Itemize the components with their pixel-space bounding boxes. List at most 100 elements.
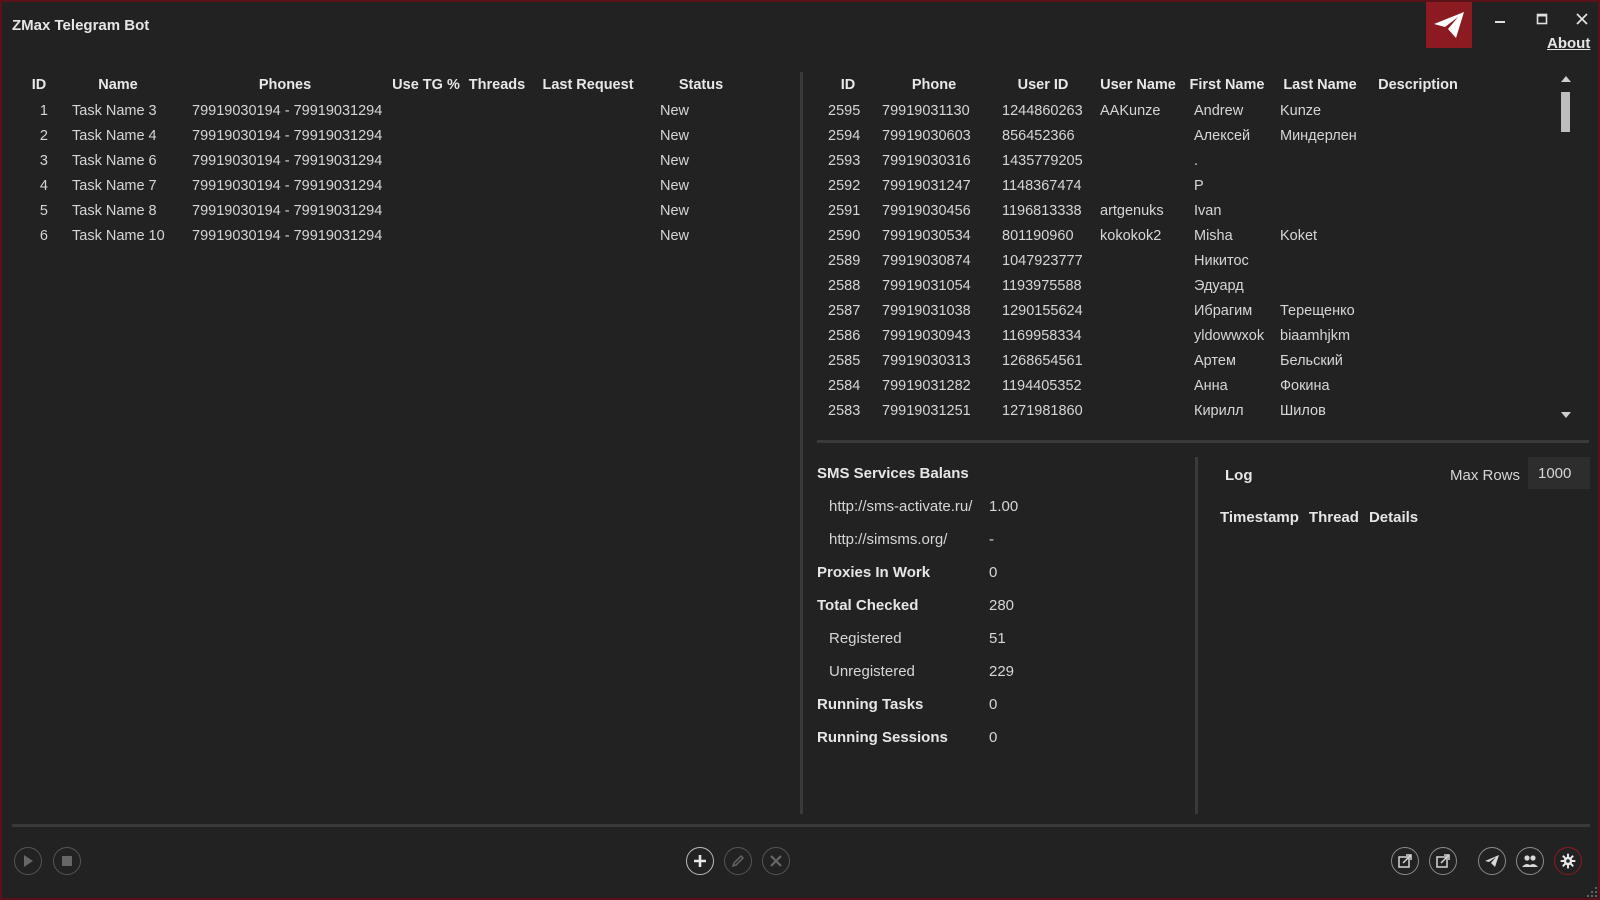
task-cell-name: Task Name 3: [72, 102, 157, 119]
x-icon: [770, 855, 782, 867]
user-cell-uid: 1193975588: [1002, 277, 1082, 294]
title-bar[interactable]: ZMax Telegram Bot About: [2, 2, 1598, 52]
user-cell-last: Миндерлен: [1280, 127, 1357, 144]
task-row[interactable]: 2 Task Name 4 79919030194 - 79919031294 New: [24, 123, 756, 148]
maximize-button[interactable]: [1530, 8, 1554, 30]
about-link[interactable]: About: [1547, 35, 1590, 52]
col-last-request[interactable]: Last Request: [530, 72, 646, 98]
start-button[interactable]: [14, 847, 42, 875]
col-first-name[interactable]: First Name: [1182, 72, 1272, 98]
user-row[interactable]: 2595 79919031130 1244860263 AAKunze Andrew Ku…: [820, 98, 1468, 123]
user-cell-last: [1272, 273, 1368, 298]
horizontal-splitter[interactable]: [817, 440, 1589, 443]
user-cell-desc: [1368, 373, 1468, 398]
users-scrollbar[interactable]: [1557, 72, 1575, 424]
user-row[interactable]: 2587 79919031038 1290155624 Ибрагим Терещенк…: [820, 298, 1468, 323]
scroll-up-arrow-icon[interactable]: [1561, 76, 1571, 82]
export-button[interactable]: [1429, 847, 1457, 875]
col-user-id[interactable]: ID: [820, 72, 876, 98]
col-id[interactable]: ID: [24, 72, 54, 98]
col-description[interactable]: Description: [1368, 72, 1468, 98]
add-task-button[interactable]: [686, 847, 714, 875]
resize-grip-icon[interactable]: [1584, 884, 1598, 898]
user-cell-desc: [1368, 198, 1468, 223]
telegram-icon: [1485, 855, 1499, 867]
col-status[interactable]: Status: [646, 72, 756, 98]
stats-log-splitter[interactable]: [1195, 457, 1198, 814]
user-row[interactable]: 2589 79919030874 1047923777 Никитос: [820, 248, 1468, 273]
task-cell-threads: [464, 173, 530, 198]
close-button[interactable]: [1570, 8, 1594, 30]
user-cell-id: 2585: [828, 352, 861, 369]
tasks-table[interactable]: ID Name Phones Use TG % Threads Last Req…: [24, 72, 756, 248]
stop-button[interactable]: [53, 847, 81, 875]
task-cell-id: 1: [39, 102, 48, 119]
log-header-row: Timestamp Thread Details: [1220, 509, 1418, 526]
settings-button[interactable]: [1554, 847, 1582, 875]
task-cell-threads: [464, 198, 530, 223]
col-last-name[interactable]: Last Name: [1272, 72, 1368, 98]
vertical-splitter[interactable]: [800, 72, 803, 814]
task-row[interactable]: 5 Task Name 8 79919030194 - 79919031294 New: [24, 198, 756, 223]
col-phone[interactable]: Phone: [876, 72, 992, 98]
task-cell-id: 5: [39, 202, 48, 219]
log-panel: Log Max Rows Timestamp Thread Details: [1210, 457, 1590, 817]
scroll-down-arrow-icon[interactable]: [1561, 412, 1571, 418]
delete-task-button[interactable]: [762, 847, 790, 875]
user-cell-last: Шилов: [1280, 402, 1326, 419]
col-user-name[interactable]: User Name: [1094, 72, 1182, 98]
task-cell-status: New: [660, 152, 690, 169]
task-row[interactable]: 3 Task Name 6 79919030194 - 79919031294 New: [24, 148, 756, 173]
log-col-timestamp[interactable]: Timestamp: [1220, 509, 1299, 526]
user-row[interactable]: 2591 79919030456 1196813338 artgenuks Ivan: [820, 198, 1468, 223]
task-row[interactable]: 4 Task Name 7 79919030194 - 79919031294 New: [24, 173, 756, 198]
import-button[interactable]: [1391, 847, 1419, 875]
stat-row: Running Sessions 0: [817, 721, 1187, 754]
max-rows-input[interactable]: [1528, 457, 1590, 489]
stat-label: Running Tasks: [817, 696, 924, 713]
scroll-thumb[interactable]: [1561, 92, 1570, 132]
stat-label: Unregistered: [829, 663, 915, 680]
stat-row: Proxies In Work 0: [817, 556, 1187, 589]
user-row[interactable]: 2586 79919030943 1169958334 yldowwxok biaamh…: [820, 323, 1468, 348]
col-phones[interactable]: Phones: [182, 72, 388, 98]
user-row[interactable]: 2585 79919030313 1268654561 Артем Бельский: [820, 348, 1468, 373]
user-cell-uid: 1435779205: [1002, 152, 1083, 169]
task-cell-status: New: [660, 102, 690, 119]
users-table[interactable]: ID Phone User ID User Name First Name La…: [820, 72, 1468, 423]
telegram-button[interactable]: [1478, 847, 1506, 875]
users-button[interactable]: [1516, 847, 1544, 875]
col-name[interactable]: Name: [54, 72, 182, 98]
col-telegram-user-id[interactable]: User ID: [992, 72, 1094, 98]
stat-row: Total Checked 280: [817, 589, 1187, 622]
user-cell-id: 2589: [828, 252, 861, 269]
user-cell-desc: [1368, 248, 1468, 273]
plus-icon: [694, 855, 706, 867]
user-cell-desc: [1368, 148, 1468, 173]
edit-task-button[interactable]: [724, 847, 752, 875]
user-row[interactable]: 2588 79919031054 1193975588 Эдуард: [820, 273, 1468, 298]
user-cell-phone: 79919030534: [882, 227, 971, 244]
log-col-thread[interactable]: Thread: [1309, 509, 1359, 526]
col-use-tg[interactable]: Use TG %: [388, 72, 464, 98]
user-row[interactable]: 2584 79919031282 1194405352 Анна Фокина: [820, 373, 1468, 398]
user-row[interactable]: 2583 79919031251 1271981860 Кирилл Шилов: [820, 398, 1468, 423]
user-row[interactable]: 2590 79919030534 801190960 kokokok2 Misha Kok…: [820, 223, 1468, 248]
tasks-header-row: ID Name Phones Use TG % Threads Last Req…: [24, 72, 756, 98]
task-row[interactable]: 1 Task Name 3 79919030194 - 79919031294 New: [24, 98, 756, 123]
stat-value: 1.00: [989, 498, 1019, 515]
col-threads[interactable]: Threads: [464, 72, 530, 98]
user-row[interactable]: 2592 79919031247 1148367474 P: [820, 173, 1468, 198]
user-row[interactable]: 2593 79919030316 1435779205.: [820, 148, 1468, 173]
task-cell-phones: 79919030194 - 79919031294: [192, 127, 383, 144]
user-cell-id: 2583: [828, 402, 861, 419]
stat-label: SMS Services Balans: [817, 465, 969, 482]
user-row[interactable]: 2594 79919030603 856452366 Алексей Миндерлен: [820, 123, 1468, 148]
user-cell-uname: [1094, 173, 1182, 198]
user-cell-phone: 79919031282: [882, 377, 971, 394]
users-header-row: ID Phone User ID User Name First Name La…: [820, 72, 1468, 98]
user-cell-uid: 1194405352: [1002, 377, 1082, 394]
task-row[interactable]: 6 Task Name 10 79919030194 - 79919031294 Ne…: [24, 223, 756, 248]
log-col-details[interactable]: Details: [1369, 509, 1418, 526]
minimize-button[interactable]: [1488, 8, 1512, 30]
